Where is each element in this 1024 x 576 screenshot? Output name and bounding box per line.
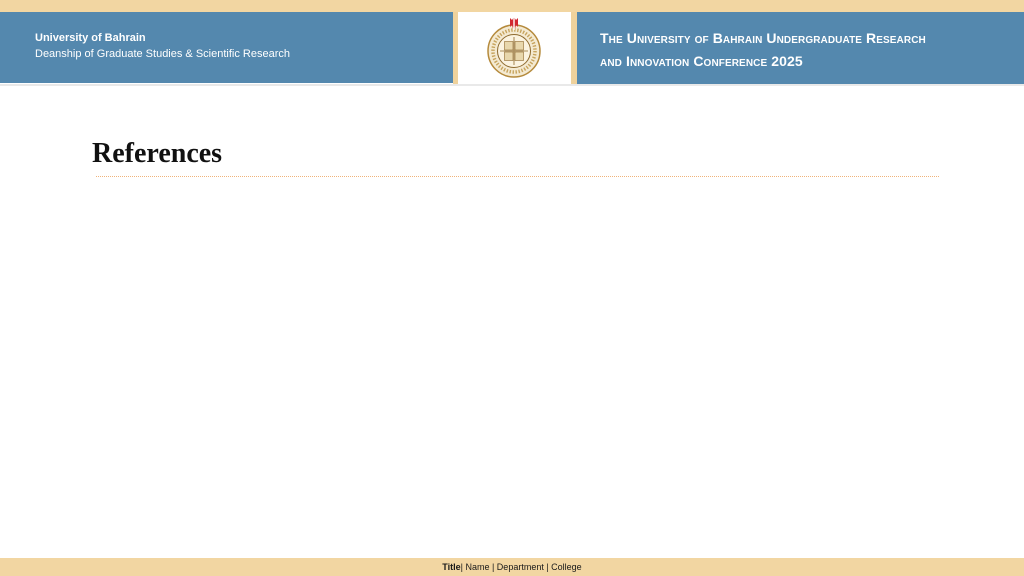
footer-bar: Title| Name | Department | College	[0, 558, 1024, 576]
footer-title: Title	[442, 562, 461, 572]
header-shadow	[0, 84, 1024, 86]
slide-title: References	[92, 138, 223, 169]
header-left-panel: University of Bahrain Deanship of Gradua…	[0, 12, 453, 83]
header-right-panel: The University of Bahrain Undergraduate …	[577, 12, 1024, 84]
top-accent-strip	[0, 0, 1024, 12]
conference-title: The University of Bahrain Undergraduate …	[600, 27, 1015, 73]
conference-title-line-1: The University of Bahrain Undergraduate …	[600, 30, 926, 46]
footer-details: | Name | Department | College	[460, 562, 582, 572]
conference-title-line-2: and Innovation Conference 2025	[600, 53, 803, 69]
title-underline	[96, 176, 939, 177]
university-name: University of Bahrain	[35, 32, 146, 44]
deanship-name: Deanship of Graduate Studies & Scientifi…	[35, 48, 290, 60]
logo-container	[458, 12, 571, 84]
university-seal-icon	[487, 17, 541, 78]
